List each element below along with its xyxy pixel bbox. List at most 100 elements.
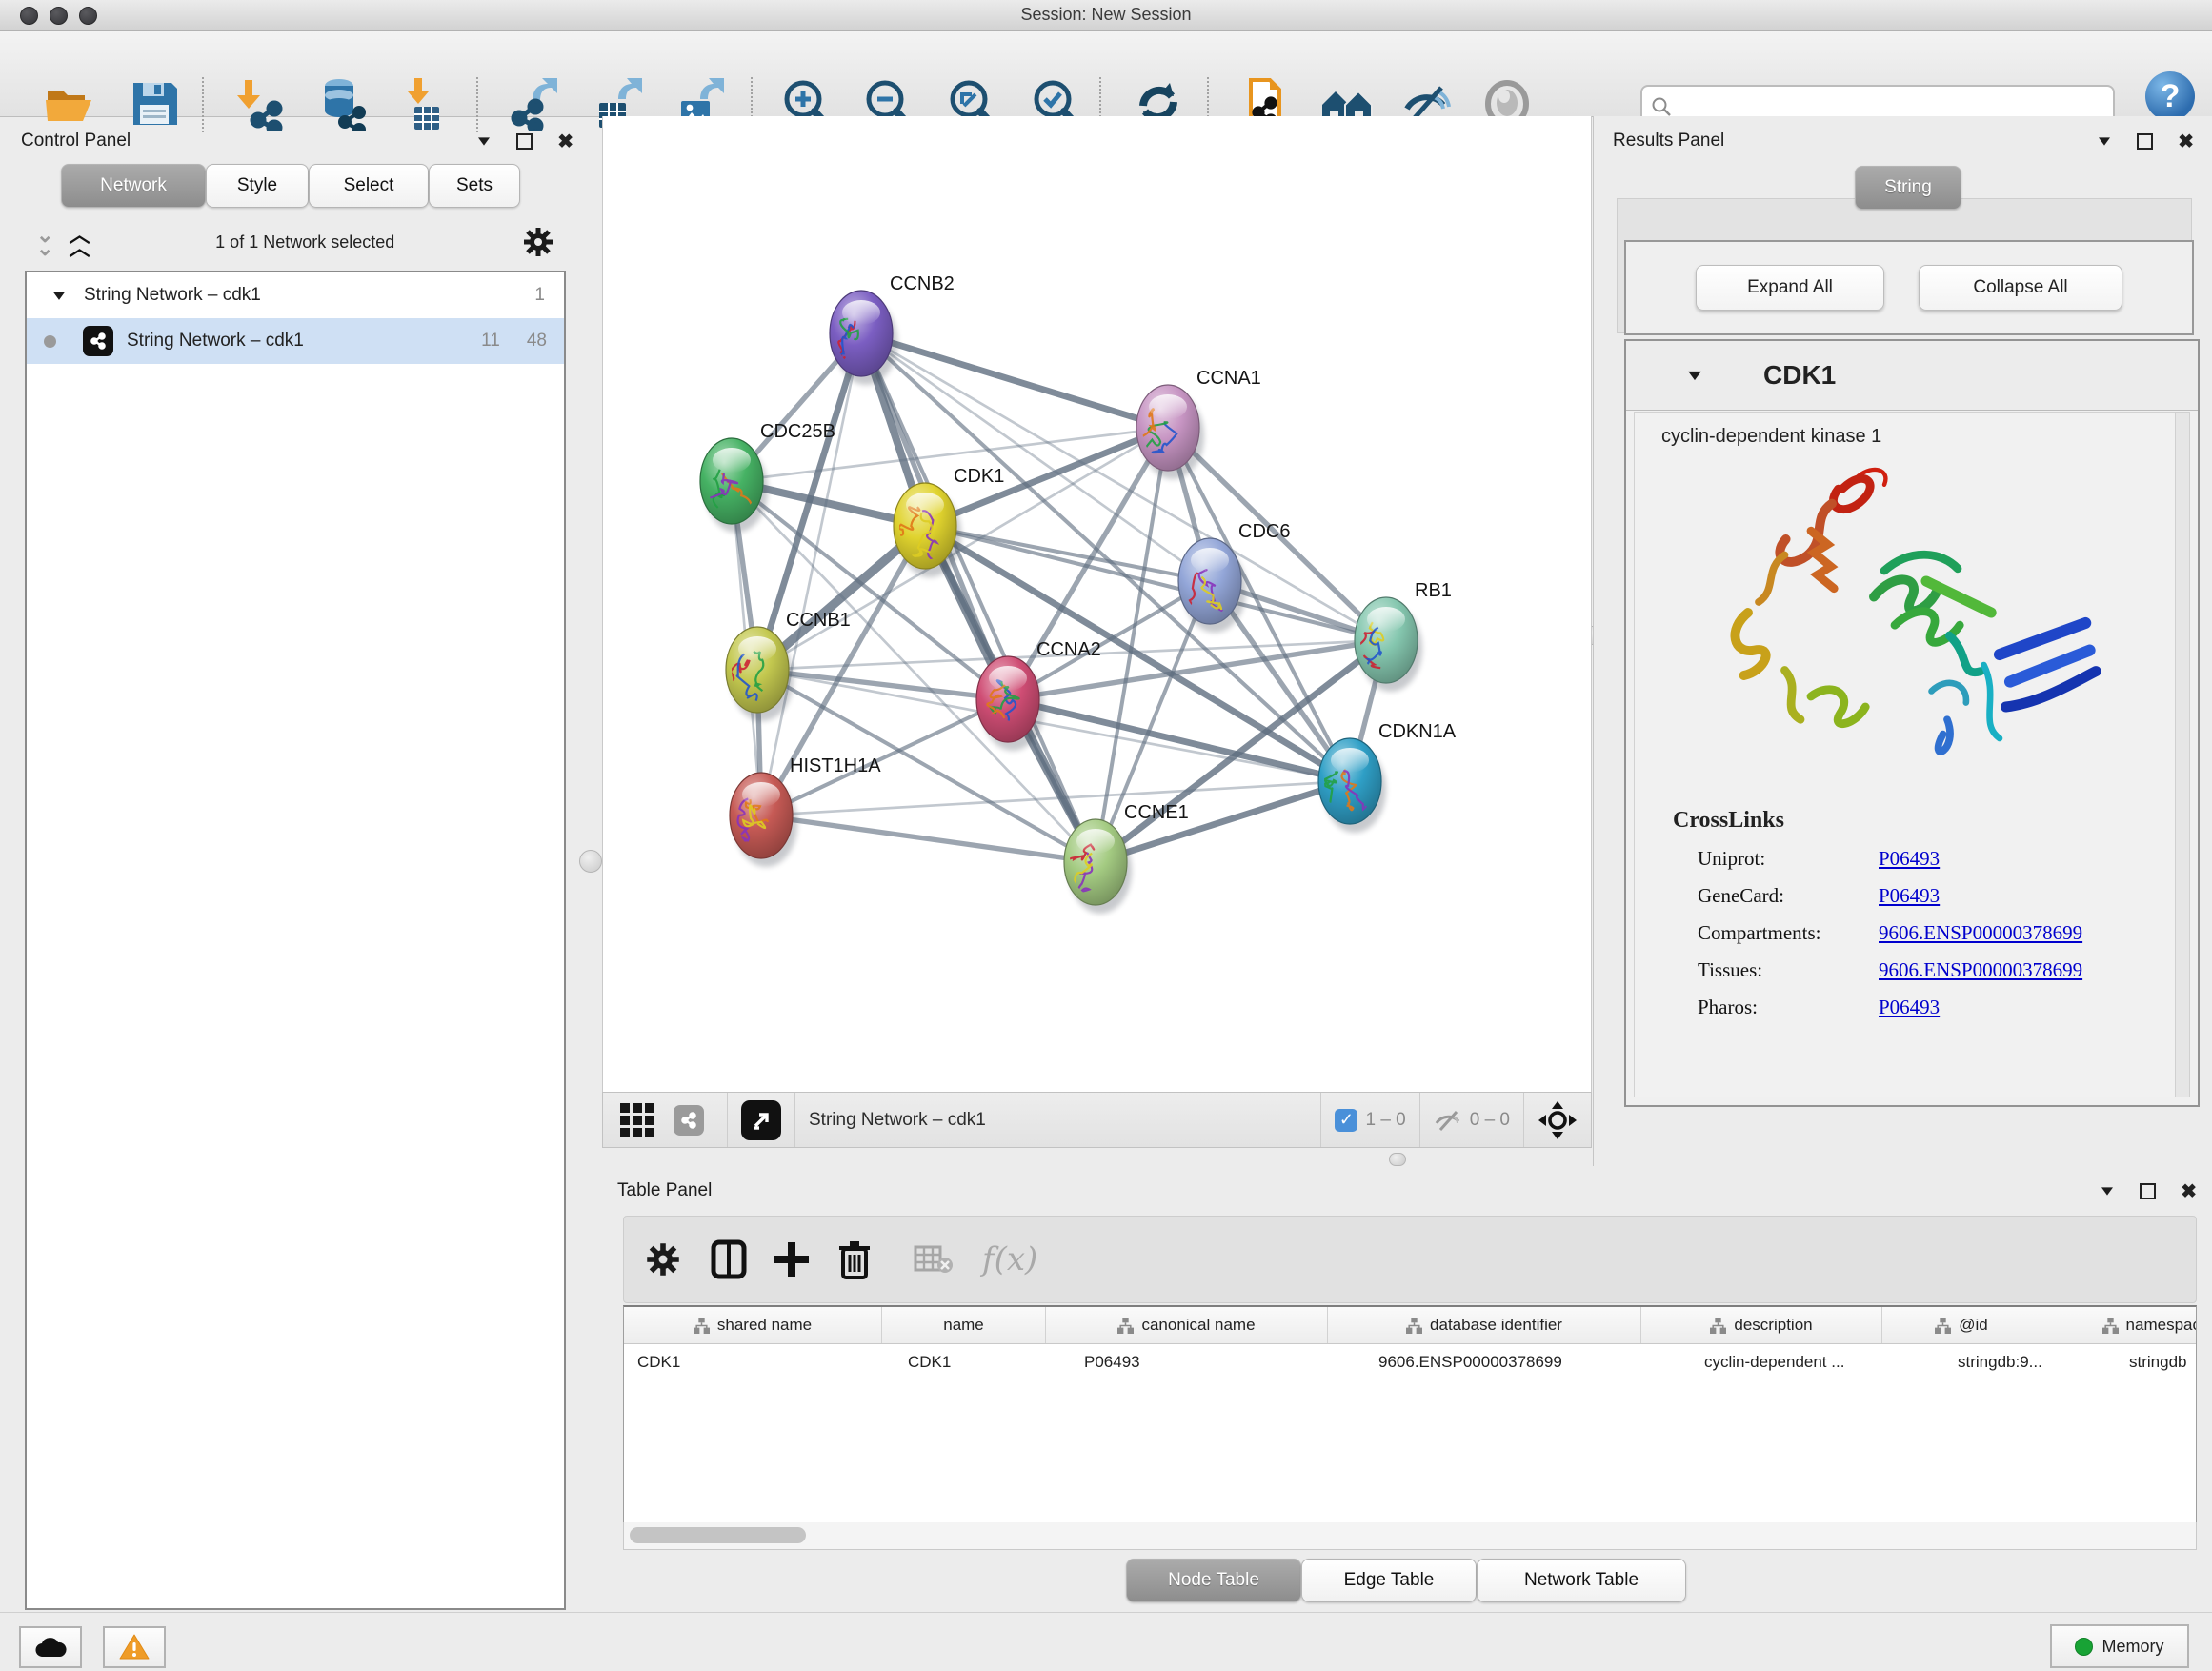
delete-table-icon[interactable] [914,1243,954,1276]
scrollbar-thumb[interactable] [630,1527,806,1543]
network-view[interactable]: CCNB2CCNA1CDC25BCDK1CDC6RB1CCNB1CCNA2CDK… [602,116,1592,1092]
cloud-icon [34,1636,67,1659]
network-view-type-icon[interactable] [674,1105,704,1136]
panel-menu-icon[interactable] [2099,137,2110,145]
network-graph[interactable]: CCNB2CCNA1CDC25BCDK1CDC6RB1CCNB1CCNA2CDK… [603,116,1591,1092]
cloud-status-button[interactable] [19,1626,82,1668]
horizontal-splitter-handle[interactable] [1389,1153,1406,1166]
detach-view-button[interactable] [741,1100,781,1140]
panel-menu-icon[interactable] [478,137,490,145]
hidden-counts: 0 – 0 [1470,1110,1510,1131]
tree-row-collection[interactable]: String Network – cdk1 1 [27,272,564,318]
network-node[interactable]: CCNA1 [1136,368,1261,479]
collapse-all-button[interactable]: Collapse All [1919,265,2122,311]
fit-content-crosshair-icon[interactable] [1538,1100,1578,1140]
delete-column-icon[interactable] [837,1239,872,1279]
open-folder-icon [42,77,95,131]
close-panel-icon[interactable]: ✖ [2178,130,2194,153]
compartments-link[interactable]: 9606.ENSP00000378699 [1879,921,2082,945]
table-settings-gear-icon[interactable] [645,1241,681,1278]
selected-checkbox-icon[interactable]: ✓ [1335,1109,1357,1132]
table-cell[interactable]: stringdb [2116,1344,2197,1380]
warning-status-button[interactable] [103,1626,166,1668]
table-cell[interactable]: P06493 [1071,1344,1365,1380]
table-row[interactable]: CDK1CDK1P064939606.ENSP00000378699cyclin… [624,1344,2196,1380]
selected-counts: 1 – 0 [1365,1110,1405,1131]
network-node[interactable]: CDC6 [1171,521,1290,635]
network-edge[interactable] [861,333,1168,428]
table-cell[interactable]: CDK1 [624,1344,895,1380]
gear-icon[interactable] [522,226,554,258]
save-floppy-icon [129,78,180,130]
grid-view-icon[interactable] [618,1101,656,1139]
results-scrollbar[interactable] [2175,412,2190,1097]
uniprot-link[interactable]: P06493 [1879,847,1940,871]
network-edge[interactable] [757,670,1008,699]
column-header[interactable]: canonical name [1046,1307,1328,1343]
tab-node-table[interactable]: Node Table [1126,1559,1301,1602]
show-columns-icon[interactable] [710,1238,748,1280]
node-label: RB1 [1415,580,1452,601]
network-node[interactable]: HIST1H1A [730,755,881,867]
column-header[interactable]: namespace [2041,1307,2197,1343]
memory-button[interactable]: Memory [2050,1624,2189,1668]
node-label: CCNB1 [786,610,851,631]
table-cell[interactable]: cyclin-dependent ... [1691,1344,1944,1380]
crosslink-row: Uniprot: P06493 [1698,847,2176,871]
expand-all-button[interactable]: Expand All [1696,265,1884,311]
genecard-link[interactable]: P06493 [1879,884,1940,908]
tab-network-table[interactable]: Network Table [1477,1559,1686,1602]
float-panel-icon[interactable] [2137,133,2153,150]
network-node[interactable]: CCNB2 [830,273,955,386]
expand-all-icon[interactable]: ︿︿ [69,229,88,255]
network-edge[interactable] [761,333,861,815]
left-splitter-handle[interactable] [579,850,602,873]
float-panel-icon[interactable] [2140,1183,2156,1199]
close-panel-icon[interactable]: ✖ [2181,1179,2197,1203]
collapse-all-icon[interactable]: ⌄⌄ [36,229,51,255]
control-panel-header: Control Panel ✖ [21,124,573,158]
tab-select[interactable]: Select [309,164,429,208]
gene-card-header[interactable]: CDK1 [1626,341,2198,411]
network-node[interactable]: CDKN1A [1318,721,1457,833]
tab-style[interactable]: Style [206,164,309,208]
network-edge[interactable] [861,333,1096,862]
column-header[interactable]: name [882,1307,1046,1343]
help-button[interactable]: ? [2145,71,2195,121]
node-label: CCNE1 [1124,802,1189,823]
column-header[interactable]: @id [1882,1307,2041,1343]
column-header[interactable]: shared name [624,1307,882,1343]
network-edge[interactable] [761,815,1096,862]
tree-expand-icon[interactable] [53,292,66,300]
table-horizontal-scrollbar[interactable] [623,1522,2197,1550]
tab-edge-table[interactable]: Edge Table [1301,1559,1477,1602]
tab-string[interactable]: String [1855,166,1961,210]
collapse-gene-icon[interactable] [1688,371,1701,379]
tab-sets[interactable]: Sets [429,164,520,208]
close-panel-icon[interactable]: ✖ [557,130,573,153]
function-builder-button[interactable]: f(x) [982,1240,1037,1278]
collection-count: 1 [534,285,545,306]
column-header[interactable]: database identifier [1328,1307,1641,1343]
network-selection-bar: ⌄⌄ ︿︿ 1 of 1 Network selected [25,221,564,263]
tissues-link[interactable]: 9606.ENSP00000378699 [1879,958,2082,982]
network-node[interactable]: RB1 [1355,580,1452,692]
column-header[interactable]: description [1641,1307,1882,1343]
node-label: HIST1H1A [790,755,881,776]
table-cell[interactable]: stringdb:9... [1944,1344,2116,1380]
network-node[interactable]: CCNE1 [1064,802,1189,914]
add-column-icon[interactable] [773,1240,811,1278]
hidden-eye-icon [1434,1108,1462,1133]
node-count: 11 [481,331,500,352]
network-edge[interactable] [861,333,1386,640]
float-panel-icon[interactable] [516,133,533,150]
control-panel-title: Control Panel [21,131,131,151]
table-cell[interactable]: CDK1 [895,1344,1071,1380]
network-selected-status: 1 of 1 Network selected [88,232,522,252]
results-panel-header: Results Panel ✖ [1613,124,2194,158]
tree-row-network[interactable]: String Network – cdk1 11 48 [27,318,564,364]
panel-menu-icon[interactable] [2101,1187,2113,1195]
pharos-link[interactable]: P06493 [1879,996,1940,1019]
table-cell[interactable]: 9606.ENSP00000378699 [1365,1344,1691,1380]
tab-network[interactable]: Network [61,164,206,208]
